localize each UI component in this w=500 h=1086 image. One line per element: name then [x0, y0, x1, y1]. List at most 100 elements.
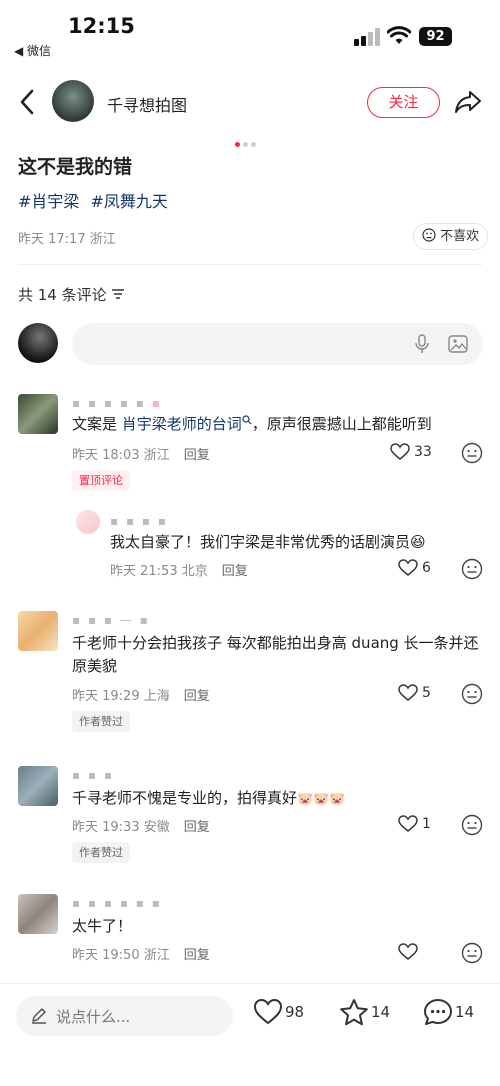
commenter-name[interactable]: ▪ ▪ ▪	[72, 768, 114, 782]
comment-time-location: 昨天 18:03 浙江	[72, 448, 170, 463]
status-bar: 12:15 ◀ 微信 92	[0, 0, 500, 64]
comment-text-content: 千寻老师不愧是专业的，拍得真好	[72, 789, 298, 807]
commenter-name[interactable]: ▪ ▪ ▪ ▪ ▪ ▪	[72, 896, 162, 910]
bottom-divider	[0, 983, 500, 984]
comment-text: 千老师十分会拍我孩子 每次都能拍出身高 duang 长一条并还原美貌	[72, 634, 479, 675]
reply-meta: 昨天 21:53 北京 回复	[110, 560, 248, 579]
comment-text-prefix: 文案是	[72, 415, 122, 433]
back-button[interactable]	[14, 86, 42, 118]
tag-link[interactable]: #肖宇梁	[18, 192, 79, 211]
quoted-search-link[interactable]: 肖宇梁老师的台词	[122, 415, 242, 433]
commenter-name[interactable]: ▪ ▪ ▪ ▪ ▪ ▪	[72, 396, 162, 410]
dislike-label: 不喜欢	[440, 229, 480, 244]
emoji-reaction-icon[interactable]	[461, 683, 483, 705]
heart-icon	[253, 998, 283, 1025]
filter-icon	[112, 289, 125, 299]
replier-avatar[interactable]	[76, 510, 100, 534]
back-icon	[20, 89, 34, 115]
reply-button[interactable]: 回复	[184, 448, 210, 463]
share-button[interactable]	[454, 89, 482, 115]
commenter-avatar[interactable]	[18, 894, 58, 934]
commenter-avatar[interactable]	[18, 394, 58, 434]
back-to-wechat-link[interactable]: ◀ 微信	[14, 42, 51, 59]
reply-button[interactable]: 回复	[184, 948, 210, 963]
dislike-button[interactable]: 不喜欢	[413, 223, 489, 250]
pinned-comment-badge: 置顶评论	[72, 470, 130, 491]
status-time: 12:15	[68, 14, 135, 38]
search-icon	[242, 415, 252, 425]
reply-button[interactable]: 回复	[184, 820, 210, 835]
comment-input[interactable]	[72, 323, 483, 365]
comment-like-button[interactable]	[398, 943, 422, 961]
image-pager-dots	[235, 132, 259, 147]
comment-text: 太牛了！	[72, 917, 133, 935]
sad-face-icon	[422, 228, 436, 242]
wifi-icon	[386, 26, 412, 50]
heart-icon	[398, 684, 418, 701]
post-meta: 昨天 17:17 浙江	[18, 232, 116, 247]
share-icon	[455, 91, 481, 113]
comment-meta: 昨天 19:29 上海 回复	[72, 685, 210, 704]
bottom-input-placeholder: 说点什么...	[56, 1008, 131, 1026]
heart-icon	[398, 559, 418, 576]
comment-text: 千寻老师不愧是专业的，拍得真好🐷🐷🐷	[72, 787, 482, 811]
comment-count-label: 共 14 条评论	[18, 286, 107, 304]
comment-like-button[interactable]: 33	[390, 443, 432, 461]
follow-button[interactable]: 关注	[367, 87, 440, 118]
pig-emoji-icon: 🐷🐷🐷	[297, 792, 346, 807]
heart-icon	[390, 443, 410, 460]
like-total: 98	[285, 1003, 305, 1021]
comment-count[interactable]: 共 14 条评论	[18, 284, 125, 305]
reply-text: 我太自豪了！我们宇梁是非常优秀的话剧演员😆	[110, 531, 480, 554]
collect-button[interactable]: 14	[339, 998, 390, 1034]
like-count: 5	[422, 685, 431, 701]
comment-like-button[interactable]: 5	[398, 684, 431, 702]
reply-button[interactable]: 回复	[184, 689, 210, 704]
reply-like-button[interactable]: 6	[398, 559, 431, 577]
collect-total: 14	[371, 1003, 391, 1021]
reply-time-location: 昨天 21:53 北京	[110, 564, 208, 579]
like-count: 33	[414, 444, 432, 460]
comment-text: 文案是 肖宇梁老师的台词 ，原声很震撼山上都能听到	[72, 413, 482, 436]
commenter-avatar[interactable]	[18, 611, 58, 651]
divider	[18, 264, 482, 265]
comment-meta: 昨天 19:33 安徽 回复	[72, 816, 210, 835]
commenter-avatar[interactable]	[18, 766, 58, 806]
comment-like-button[interactable]: 1	[398, 815, 431, 833]
signal-icon	[354, 28, 380, 46]
comment-meta: 昨天 18:03 浙江 回复	[72, 444, 210, 463]
heart-icon	[398, 815, 418, 832]
comment-button[interactable]: 14	[423, 998, 474, 1034]
like-button[interactable]: 98	[253, 998, 304, 1034]
comment-meta: 昨天 19:50 浙江 回复	[72, 944, 210, 963]
author-liked-badge: 作者赞过	[72, 711, 130, 732]
tag-link[interactable]: #凤舞九天	[91, 192, 168, 211]
commenter-name[interactable]: ▪ ▪ ▪ — ▪	[72, 613, 150, 627]
like-count: 6	[422, 560, 431, 576]
my-avatar	[18, 323, 58, 363]
replier-name[interactable]: ▪ ▪ ▪ ▪	[110, 514, 168, 528]
reply-button[interactable]: 回复	[222, 564, 248, 579]
emoji-reaction-icon[interactable]	[461, 442, 483, 464]
emoji-reaction-icon[interactable]	[461, 558, 483, 580]
mic-icon[interactable]	[414, 334, 430, 354]
comment-text-suffix: ，原声很震撼山上都能听到	[251, 415, 432, 433]
like-count: 1	[422, 816, 431, 832]
bottom-comment-input[interactable]: 说点什么...	[16, 996, 233, 1036]
emoji-reaction-icon[interactable]	[461, 814, 483, 836]
comment-time-location: 昨天 19:50 浙江	[72, 948, 170, 963]
chat-icon	[424, 999, 452, 1025]
author-name[interactable]: 千寻想拍图	[107, 92, 187, 116]
battery-indicator: 92	[419, 27, 452, 46]
author-avatar[interactable]	[52, 80, 94, 122]
note-header: 千寻想拍图 关注	[0, 78, 500, 126]
author-liked-badge: 作者赞过	[72, 842, 130, 863]
pen-icon	[32, 1008, 46, 1024]
emoji-reaction-icon[interactable]	[461, 942, 483, 964]
heart-icon	[398, 943, 418, 960]
image-icon[interactable]	[448, 335, 468, 353]
reply-text-content: 我太自豪了！我们宇梁是非常优秀的话剧演员	[110, 533, 411, 551]
comment-time-location: 昨天 19:29 上海	[72, 689, 170, 704]
comment-time-location: 昨天 19:33 安徽	[72, 820, 170, 835]
grin-emoji-icon: 😆	[410, 533, 426, 551]
